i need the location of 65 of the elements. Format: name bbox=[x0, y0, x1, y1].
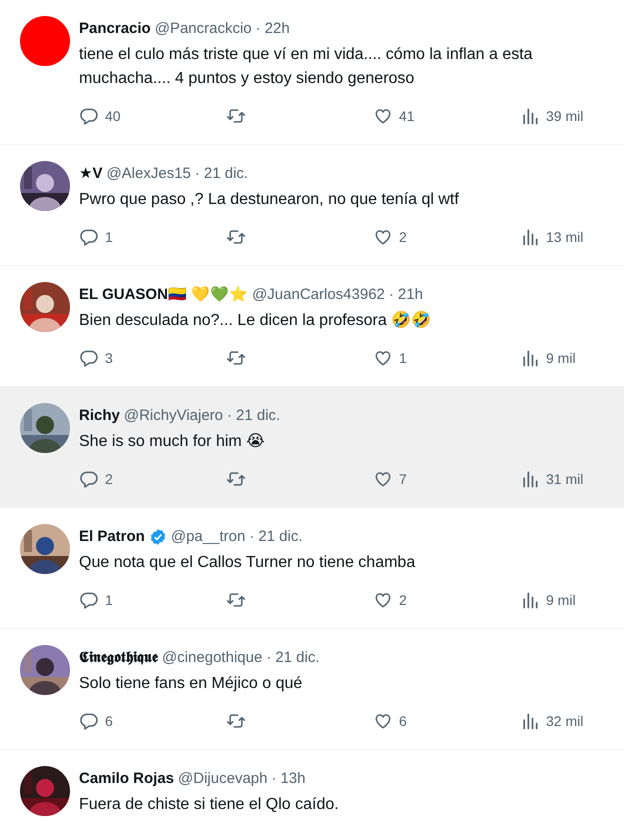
reply-count: 6 bbox=[105, 713, 113, 729]
reply-count: 40 bbox=[105, 108, 121, 124]
user-handle[interactable]: @AlexJes15 bbox=[106, 164, 191, 184]
view-count: 39 mil bbox=[546, 108, 584, 124]
separator-dot: · bbox=[388, 285, 394, 305]
separator-dot: · bbox=[256, 19, 261, 39]
like-count: 41 bbox=[399, 108, 415, 124]
reply-text: Bien desculada no?... Le dicen la profesora 🤣🤣 bbox=[79, 310, 432, 331]
like-count: 6 bbox=[399, 713, 407, 729]
post-time[interactable]: 21 dic. bbox=[258, 527, 303, 547]
user-name[interactable]: ★V bbox=[79, 164, 102, 184]
view-count: 13 mil bbox=[546, 229, 584, 245]
view-count: 9 mil bbox=[546, 592, 576, 608]
like-count: 7 bbox=[399, 471, 407, 487]
reply-count: 1 bbox=[105, 229, 113, 245]
like-icon[interactable] bbox=[373, 590, 393, 610]
reply-icon[interactable] bbox=[79, 711, 99, 731]
like-icon[interactable] bbox=[373, 106, 393, 126]
post-time[interactable]: 22h bbox=[264, 19, 290, 39]
reply-text: Que nota que el Callos Turner no tiene chamba bbox=[79, 553, 416, 573]
reply-icon[interactable] bbox=[79, 590, 99, 610]
user-handle[interactable]: @JuanCarlos43962 bbox=[252, 285, 385, 305]
user-name[interactable]: Pancracio bbox=[79, 19, 151, 39]
reply-text: Pwro que paso ,? La destunearon, no que tenía ql wtf bbox=[79, 190, 460, 210]
reply-text: Fuera de chiste si tiene el Qlo caído. bbox=[79, 795, 340, 815]
like-icon[interactable] bbox=[373, 227, 393, 247]
user-name[interactable]: Camilo Rojas bbox=[79, 769, 174, 789]
reply-icon[interactable] bbox=[79, 469, 99, 489]
post-time[interactable]: 13h bbox=[280, 769, 306, 789]
reply-icon[interactable] bbox=[79, 227, 99, 247]
like-icon[interactable] bbox=[373, 711, 393, 731]
like-count: 2 bbox=[399, 229, 407, 245]
user-name[interactable]: Richy bbox=[79, 406, 120, 426]
post-time[interactable]: 21 dic. bbox=[204, 164, 248, 184]
user-handle[interactable]: @pa__tron bbox=[170, 527, 246, 547]
user-name[interactable]: 𝕮𝖎𝖓𝖊𝖌𝖔𝖙𝖍𝖎𝖖𝖚𝖊 bbox=[79, 648, 158, 668]
user-handle[interactable]: @Pancrackcio bbox=[154, 19, 252, 39]
user-handle[interactable]: @cinegothique bbox=[162, 648, 262, 668]
view-count: 32 mil bbox=[546, 713, 584, 729]
like-count: 2 bbox=[399, 592, 407, 608]
reply-text: She is so much for him 😭 bbox=[79, 432, 266, 452]
user-handle[interactable]: @RichyViajero bbox=[124, 406, 224, 426]
reply-text: Solo tiene fans en Méjico o qué bbox=[79, 674, 304, 694]
post-time[interactable]: 21 dic. bbox=[275, 648, 320, 668]
separator-dot: · bbox=[227, 406, 232, 426]
user-name[interactable]: El Patron bbox=[79, 527, 145, 547]
view-count: 31 mil bbox=[546, 471, 584, 487]
separator-dot: · bbox=[194, 164, 200, 184]
reply-count: 3 bbox=[105, 350, 113, 366]
reply-icon[interactable] bbox=[79, 348, 99, 368]
reply-text: tiene el culo más triste que ví en mi vida.... cómo la inflan a esta muchacha.... 4 puntos y estoy siendo generoso bbox=[79, 45, 534, 89]
separator-dot: · bbox=[266, 648, 272, 668]
view-count: 9 mil bbox=[546, 350, 576, 366]
separator-dot: · bbox=[249, 527, 254, 547]
user-name[interactable]: EL GUASON🇨🇴 💛💚⭐ bbox=[79, 285, 248, 305]
reply-icon[interactable] bbox=[79, 106, 99, 126]
like-icon[interactable] bbox=[373, 348, 393, 368]
post-time[interactable]: 21 dic. bbox=[236, 406, 280, 426]
reply-count: 1 bbox=[105, 592, 113, 608]
like-count: 1 bbox=[399, 350, 407, 366]
like-icon[interactable] bbox=[373, 469, 393, 489]
reply-count: 2 bbox=[105, 471, 113, 487]
user-handle[interactable]: @Dijucevaph bbox=[178, 769, 268, 789]
post-time[interactable]: 21h bbox=[398, 285, 423, 305]
separator-dot: · bbox=[271, 769, 276, 789]
